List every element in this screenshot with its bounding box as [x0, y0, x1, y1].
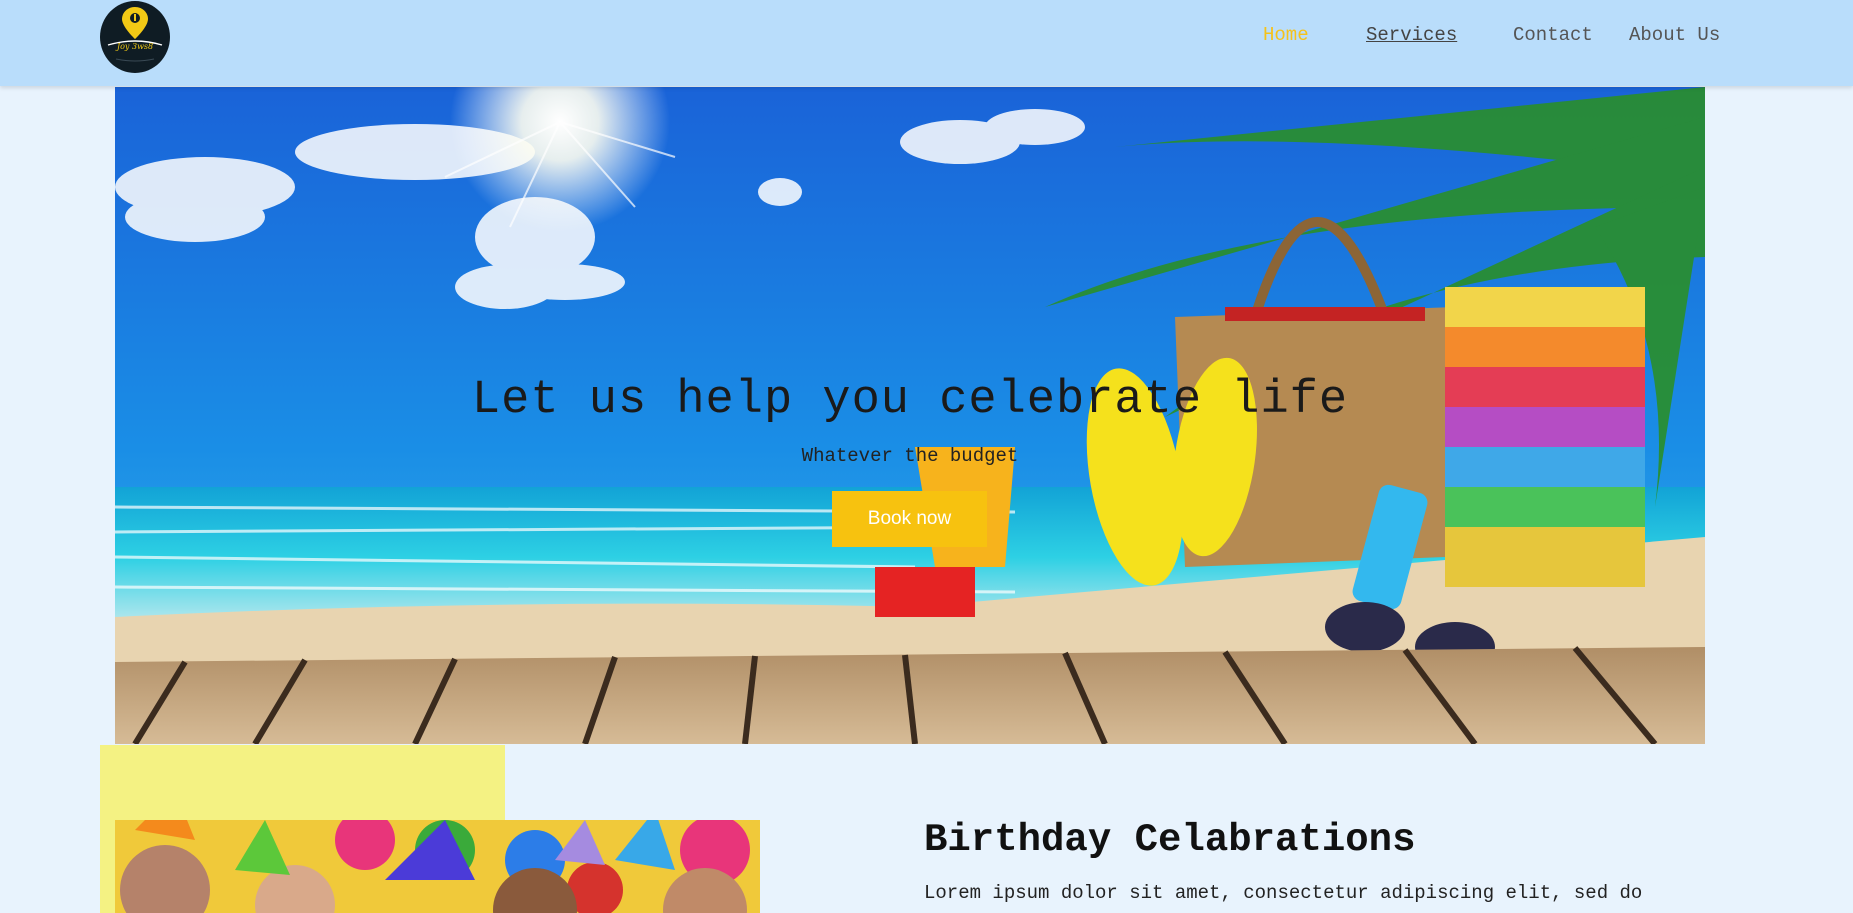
birthday-photo: [115, 820, 760, 913]
hero-banner: Let us help you celebrate life Whatever …: [115, 87, 1705, 744]
kids-party-image: [115, 820, 760, 913]
map-pin-icon: [107, 7, 163, 62]
nav-about-us[interactable]: About Us: [1629, 24, 1720, 48]
birthday-description: Lorem ipsum dolor sit amet, consectetur …: [924, 882, 1643, 904]
nav-contact[interactable]: Contact: [1513, 24, 1593, 48]
nav-services[interactable]: Services: [1366, 24, 1457, 48]
hero-title: Let us help you celebrate life: [471, 374, 1349, 427]
logo[interactable]: Joy 3ws8: [100, 1, 170, 73]
logo-text: Joy 3ws8: [116, 42, 154, 51]
hero-subtitle: Whatever the budget: [801, 445, 1019, 467]
birthday-title: Birthday Celabrations: [924, 818, 1416, 862]
nav-home[interactable]: Home: [1263, 24, 1309, 48]
book-now-button[interactable]: Book now: [832, 491, 987, 547]
site-header: Joy 3ws8 Home Services Contact About Us: [0, 0, 1853, 86]
